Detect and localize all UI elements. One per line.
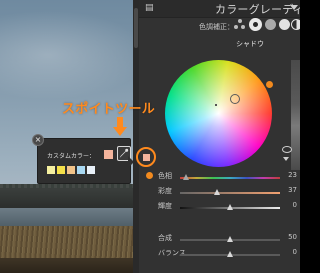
adjacent-panel-strip — [291, 60, 300, 170]
panel-title: カラーグレーディング — [215, 3, 300, 16]
preset-swatch[interactable] — [47, 166, 55, 174]
wheel-center-mark — [215, 104, 217, 106]
slider-value[interactable]: 0 — [283, 248, 297, 256]
wheel-picker-handle[interactable] — [230, 94, 240, 104]
expand-triangle-icon[interactable] — [283, 157, 289, 161]
preset-swatch[interactable] — [67, 166, 75, 174]
slider-label: バランス — [158, 249, 186, 257]
slider-balance: バランス 0 — [140, 248, 300, 260]
slider-track[interactable] — [180, 204, 280, 210]
slider-label: 彩度 — [158, 187, 172, 195]
annotation-circle — [136, 147, 156, 167]
color-wheel[interactable] — [165, 60, 272, 167]
slider-blending: 合成 50 — [140, 233, 300, 245]
midtones-icon[interactable] — [265, 19, 276, 30]
slider-label: 輝度 — [158, 202, 172, 210]
slider-hue: 色相 23 — [140, 171, 300, 183]
collapse-triangle-icon[interactable] — [290, 5, 298, 10]
slider-track[interactable] — [180, 189, 280, 195]
custom-color-label: カスタムカラー： — [47, 153, 96, 160]
popup-close-button[interactable]: × — [32, 134, 44, 146]
annotation-label: スポイトツール — [62, 102, 156, 117]
slider-thumb[interactable] — [227, 204, 233, 210]
current-color-swatch[interactable] — [104, 150, 113, 159]
slider-track[interactable] — [180, 251, 280, 257]
preset-swatch[interactable] — [87, 166, 95, 174]
slider-track[interactable] — [180, 174, 280, 180]
adjust-mode-label: 色調補正： — [199, 23, 234, 31]
panel-menu-icon[interactable]: ▤ — [145, 3, 154, 13]
slider-value[interactable]: 0 — [283, 201, 297, 209]
slider-value[interactable]: 37 — [283, 186, 297, 194]
section-title: シャドウ — [236, 40, 264, 48]
slider-track[interactable] — [180, 236, 280, 242]
color-chip-swatch[interactable] — [143, 154, 150, 161]
popup-pointer — [128, 156, 134, 168]
slider-thumb[interactable] — [214, 189, 220, 195]
slider-saturation: 彩度 37 — [140, 186, 300, 198]
hue-ring-handle[interactable] — [266, 81, 273, 88]
three-way-icon[interactable] — [234, 19, 245, 30]
preset-swatch[interactable] — [57, 166, 65, 174]
slider-value[interactable]: 23 — [283, 171, 297, 179]
eye-icon[interactable] — [282, 146, 292, 153]
custom-color-popup: カスタムカラー： — [37, 138, 131, 184]
highlights-icon[interactable] — [279, 19, 290, 30]
slider-thumb[interactable] — [227, 236, 233, 242]
hue-swatch — [146, 172, 153, 179]
slider-luminance: 輝度 0 — [140, 201, 300, 213]
slider-label: 合成 — [158, 234, 172, 242]
slider-label: 色相 — [158, 172, 172, 180]
global-icon[interactable] — [291, 19, 300, 30]
preset-swatch[interactable] — [77, 166, 85, 174]
screenshot: ▤ カラーグレーディング 色調補正： シャドウ 色相 23 彩度 37 輝度 — [0, 0, 300, 273]
slider-value[interactable]: 50 — [283, 233, 297, 241]
shadows-icon[interactable] — [250, 19, 261, 30]
slider-thumb[interactable] — [183, 174, 190, 180]
annotation-arrow-icon — [113, 117, 127, 136]
slider-thumb[interactable] — [227, 251, 233, 257]
panel-header: ▤ カラーグレーディング — [139, 0, 300, 18]
